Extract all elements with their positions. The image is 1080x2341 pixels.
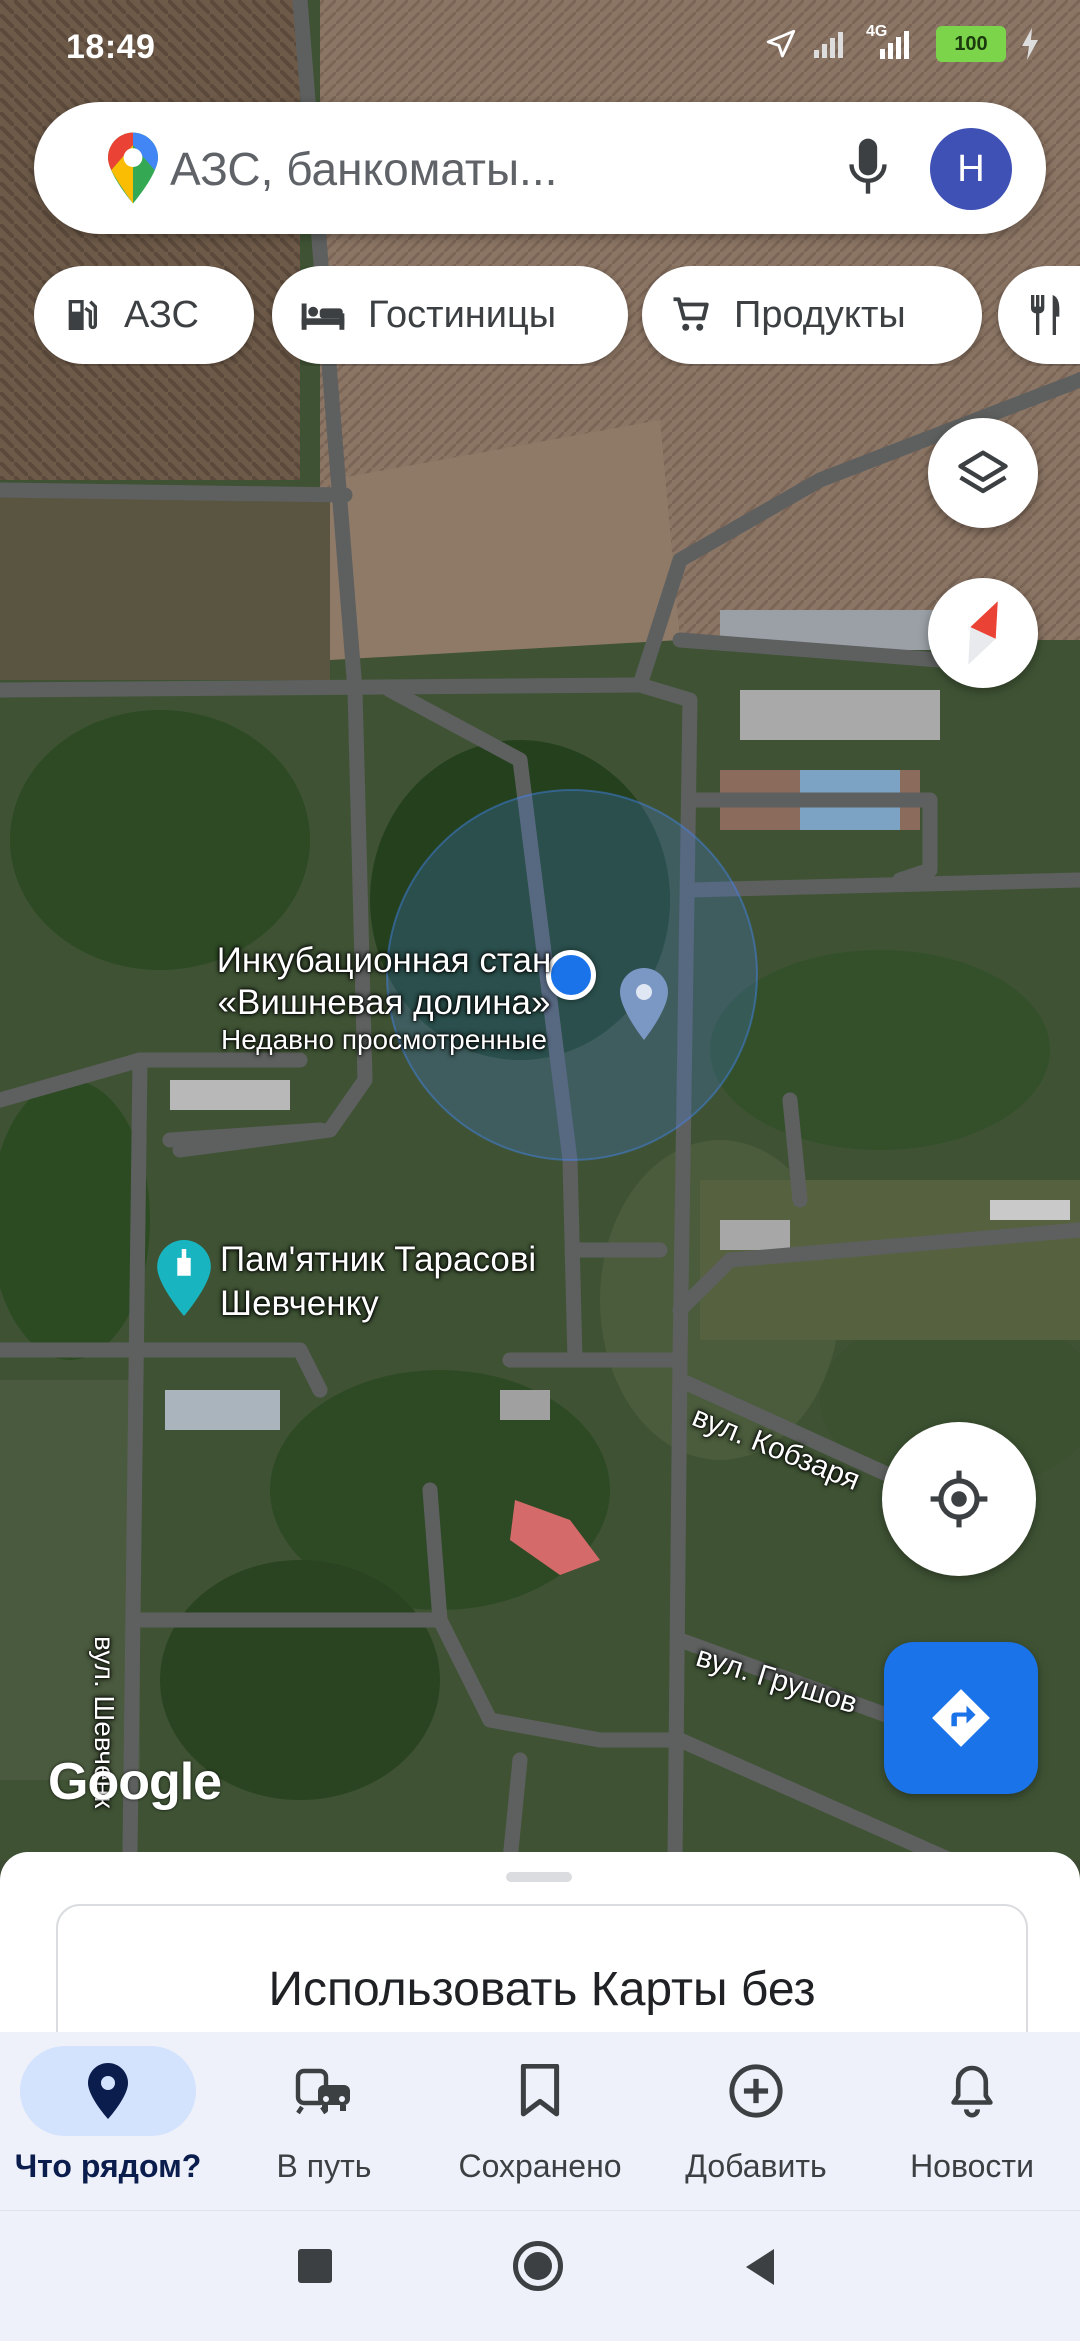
- status-bar: 18:49 4G 100: [0, 0, 1080, 96]
- search-bar[interactable]: АЗС, банкоматы... Н: [34, 102, 1046, 234]
- network-signal: 4G: [866, 23, 922, 61]
- directions-icon: [932, 1689, 990, 1747]
- search-placeholder[interactable]: АЗС, банкоматы...: [170, 142, 557, 196]
- nav-updates-indicator: [884, 2046, 1060, 2136]
- google-attribution: Google: [48, 1753, 222, 1811]
- status-time: 18:49: [66, 28, 156, 66]
- account-avatar[interactable]: Н: [930, 128, 1012, 210]
- directions-button[interactable]: [884, 1642, 1038, 1794]
- home-button-inner: [524, 2252, 552, 2280]
- google-maps-logo-icon: [108, 132, 158, 209]
- signal-icon: [814, 32, 843, 58]
- layers-icon: [958, 450, 1008, 494]
- nav-contribute-indicator: [668, 2046, 844, 2136]
- back-button[interactable]: [742, 2247, 778, 2292]
- place-label-line2: «Вишневая долина»: [217, 983, 551, 1022]
- chip-gas-station[interactable]: АЗС: [34, 266, 254, 364]
- nav-label: Сохранено: [458, 2148, 622, 2184]
- signal-4g-icon: [880, 31, 909, 59]
- microphone-icon[interactable]: [846, 136, 890, 205]
- layers-button[interactable]: [928, 418, 1038, 528]
- place-sublabel: Недавно просмотренные: [221, 1024, 547, 1055]
- system-navigation-bar: [0, 2210, 1080, 2341]
- chip-label: Гостиницы: [368, 293, 557, 336]
- bottom-sheet[interactable]: Использовать Карты без: [0, 1852, 1080, 2108]
- bell-icon: [951, 2065, 993, 2118]
- my-location-button[interactable]: [882, 1422, 1036, 1576]
- bookmark-icon: [520, 2064, 560, 2117]
- nav-updates[interactable]: Новости: [864, 2032, 1080, 2210]
- nav-label: В путь: [276, 2148, 372, 2184]
- sheet-drag-handle[interactable]: [506, 1872, 572, 1882]
- nav-label: Что рядом?: [14, 2148, 202, 2184]
- location-pin-icon: [88, 2063, 128, 2119]
- nav-explore[interactable]: Что рядом?: [0, 2032, 216, 2210]
- compass-button[interactable]: [928, 578, 1038, 688]
- nav-commute[interactable]: В путь: [216, 2032, 432, 2210]
- nav-label: Новости: [910, 2148, 1034, 2184]
- monument-label-line1: Пам'ятник Тарасові: [220, 1240, 537, 1279]
- chip-label: АЗС: [124, 293, 199, 336]
- recents-button[interactable]: [298, 2249, 332, 2283]
- commute-icon: [295, 2068, 350, 2115]
- shopping-cart-icon: [670, 294, 712, 336]
- nav-saved-indicator: [452, 2046, 628, 2136]
- chip-hotels[interactable]: Гостиницы: [272, 266, 628, 364]
- location-arrow-icon: [766, 29, 796, 58]
- place-label-line1: Инкубационная стан: [216, 941, 552, 980]
- home-button[interactable]: [513, 2241, 563, 2291]
- monument-label[interactable]: Пам'ятник Тарасові Шевченку: [220, 1238, 536, 1326]
- sheet-card-text: Использовать Карты без: [268, 1963, 816, 2016]
- chip-label: Продукты: [734, 293, 906, 336]
- category-chips: АЗС Гостиницы Продукты: [34, 266, 1080, 366]
- monument-label-line2: Шевченку: [220, 1284, 379, 1323]
- place-label[interactable]: Инкубационная стан «Вишневая долина» Нед…: [144, 940, 624, 1056]
- chip-groceries[interactable]: Продукты: [642, 266, 982, 364]
- add-circle-icon: [729, 2064, 783, 2118]
- back-triangle-icon: [746, 2249, 774, 2285]
- charging-bolt-icon: [1022, 28, 1038, 60]
- restaurant-icon: [1026, 293, 1066, 337]
- status-icons: 4G 100: [764, 23, 1040, 62]
- chip-restaurants[interactable]: [998, 266, 1080, 364]
- hotel-bed-icon: [300, 295, 346, 335]
- my-location-icon: [930, 1470, 988, 1528]
- nav-explore-indicator: [20, 2046, 196, 2136]
- compass-icon: [968, 601, 998, 665]
- nav-label: Добавить: [685, 2148, 827, 2184]
- nav-contribute[interactable]: Добавить: [648, 2032, 864, 2210]
- nav-commute-indicator: [236, 2046, 412, 2136]
- bottom-navigation: Что рядом? В путь Сохранено Добавить Нов…: [0, 2032, 1080, 2210]
- nav-saved[interactable]: Сохранено: [432, 2032, 648, 2210]
- battery-indicator: 100: [936, 26, 1006, 62]
- gas-station-icon: [62, 295, 102, 335]
